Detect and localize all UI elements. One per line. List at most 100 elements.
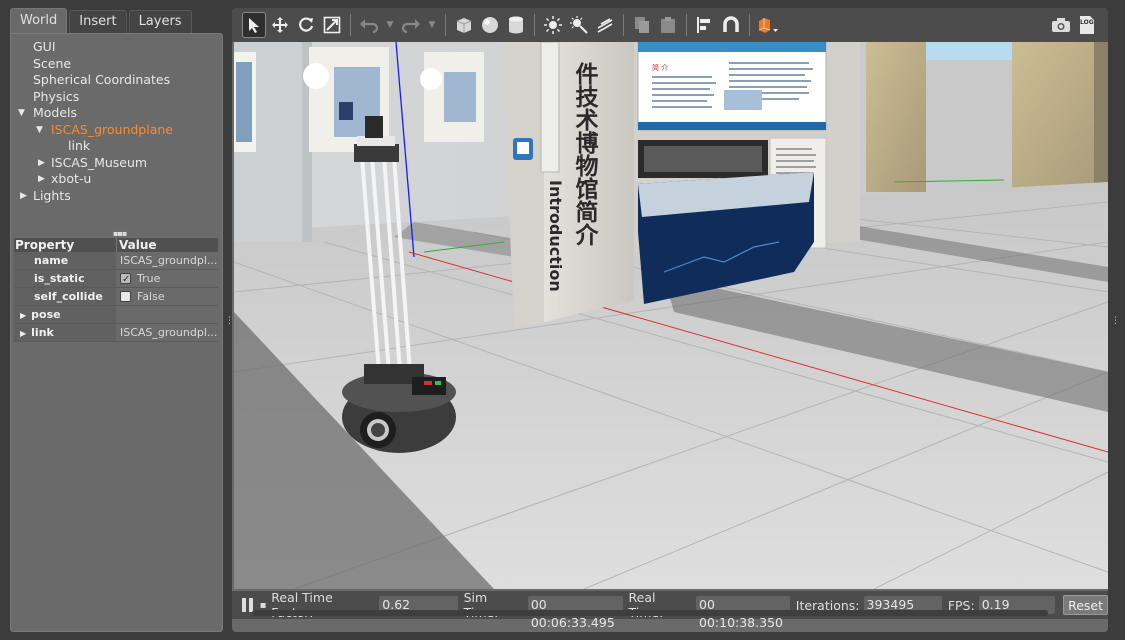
spot-light-icon[interactable]: [567, 12, 591, 38]
sphere-icon[interactable]: [478, 12, 502, 38]
toolbar-divider: [445, 14, 446, 36]
expand-arrow-icon[interactable]: ▼: [36, 122, 43, 138]
undo-dropdown-icon[interactable]: ▼: [383, 12, 397, 38]
expand-arrow-icon[interactable]: ▶: [38, 171, 45, 187]
toolbar-right-group: LOG: [1048, 12, 1100, 38]
tree-item-label: link: [68, 138, 91, 153]
property-row-name[interactable]: name ISCAS_groundpl...: [14, 252, 218, 270]
tab-layers[interactable]: Layers: [128, 10, 192, 33]
left-splitter-grip[interactable]: ⋮: [225, 316, 234, 326]
3d-viewport[interactable]: 件技术博物馆简介 Introduction 简 介: [234, 42, 1108, 589]
property-label-cell: ▶ link: [14, 324, 116, 341]
tree-item-label: Lights: [33, 187, 71, 203]
left-panel: World Insert Layers GUI Scene Spherical …: [10, 8, 223, 632]
screenshot-icon[interactable]: [1049, 12, 1073, 38]
redo-dropdown-icon[interactable]: ▼: [425, 12, 439, 38]
cylinder-icon[interactable]: [504, 12, 528, 38]
stone-pillar-edge: [1094, 42, 1108, 192]
expand-arrow-icon[interactable]: ▶: [20, 188, 27, 204]
property-row-self-collide[interactable]: self_collide False: [14, 288, 218, 306]
log-icon[interactable]: LOG: [1075, 12, 1099, 38]
tree-item-label: ISCAS_groundplane: [51, 121, 173, 137]
tree-item-iscas-museum[interactable]: ▶ ISCAS_Museum: [11, 155, 222, 172]
translate-icon[interactable]: [268, 12, 292, 38]
poster-graphic: [444, 72, 476, 122]
toolbar-divider: [623, 14, 624, 36]
tree-item-gui[interactable]: GUI: [11, 39, 222, 56]
expand-arrow-icon[interactable]: ▼: [18, 105, 25, 121]
stone-pillar: [866, 42, 926, 192]
tree-item-models[interactable]: ▼ Models: [11, 105, 222, 122]
right-splitter-grip[interactable]: ⋮: [1111, 316, 1120, 326]
sign-vertical-en: Introduction: [546, 180, 565, 292]
scale-icon[interactable]: [320, 12, 344, 38]
self-collide-checkbox[interactable]: [120, 291, 131, 302]
reset-button[interactable]: Reset: [1063, 595, 1108, 615]
property-table: Property Value name ISCAS_groundpl... is…: [14, 238, 218, 342]
kiosk-screen-inner: [644, 146, 762, 172]
tree-item-xbot-u[interactable]: ▶ xbot-u: [11, 171, 222, 188]
step-icon[interactable]: ▪: [260, 600, 270, 611]
expand-arrow-icon[interactable]: ▶: [38, 155, 45, 171]
paste-icon[interactable]: [656, 12, 680, 38]
tree-item-label: Models: [33, 105, 78, 120]
property-group-link[interactable]: ▶ link ISCAS_groundpl...: [14, 324, 218, 342]
sign-vertical-cn: 件技术博物馆简介: [571, 62, 600, 246]
main-toolbar: ▼ ▼ LOG: [232, 8, 1108, 42]
light-marker: [303, 63, 329, 89]
expand-arrow-icon[interactable]: ▶: [20, 311, 26, 320]
world-tree: GUI Scene Spherical Coordinates Physics …: [11, 39, 222, 204]
horizontal-scrollbar[interactable]: [252, 610, 1048, 616]
property-label: self_collide: [14, 288, 116, 305]
poster-graphic: [236, 62, 252, 142]
tree-item-physics[interactable]: Physics: [11, 89, 222, 106]
render-area: ▼ ▼ LOG 件技术博物馆简介 Introduction 简 介 ▪ Real…: [232, 8, 1108, 632]
property-column-header[interactable]: Property: [14, 238, 116, 252]
toolbar-divider: [749, 14, 750, 36]
info-board-image: [724, 90, 762, 110]
poster-graphic: [339, 102, 353, 120]
tree-item-label: Spherical Coordinates: [33, 72, 171, 87]
property-table-header: Property Value: [14, 238, 218, 252]
property-group-pose[interactable]: ▶ pose: [14, 306, 218, 324]
info-board-bottombar: [638, 122, 826, 130]
pause-icon[interactable]: [242, 598, 254, 612]
is-static-checkbox[interactable]: [120, 271, 131, 287]
tree-item-scene[interactable]: Scene: [11, 56, 222, 73]
tree-item-spherical-coordinates[interactable]: Spherical Coordinates: [11, 72, 222, 89]
window: [924, 42, 1014, 60]
property-value: True: [137, 272, 161, 285]
toolbar-divider: [350, 14, 351, 36]
tab-insert[interactable]: Insert: [69, 10, 127, 33]
box-icon[interactable]: [452, 12, 476, 38]
copy-icon[interactable]: [630, 12, 654, 38]
sign-light-strip: [540, 42, 560, 173]
toolbar-divider: [534, 14, 535, 36]
splitter-handle[interactable]: ▪▪▪: [113, 229, 127, 238]
panel-title: 简 介: [652, 63, 668, 72]
property-value-cell: True: [116, 270, 218, 287]
snap-icon[interactable]: [719, 12, 743, 38]
rotate-icon[interactable]: [294, 12, 318, 38]
redo-icon[interactable]: [399, 12, 423, 38]
tree-item-lights[interactable]: ▶ Lights: [11, 188, 222, 205]
directional-light-icon[interactable]: [593, 12, 617, 38]
property-label: pose: [31, 308, 61, 321]
toolbar-divider: [686, 14, 687, 36]
property-value: False: [137, 290, 165, 303]
light-marker: [420, 68, 442, 90]
select-arrow-icon[interactable]: [242, 12, 266, 38]
property-label-cell: ▶ pose: [14, 306, 116, 323]
tab-world[interactable]: World: [10, 8, 68, 33]
value-column-header[interactable]: Value: [116, 238, 157, 252]
property-row-is-static[interactable]: is_static True: [14, 270, 218, 288]
undo-icon[interactable]: [357, 12, 381, 38]
property-label: name: [14, 252, 116, 269]
point-light-icon[interactable]: [541, 12, 565, 38]
expand-arrow-icon[interactable]: ▶: [20, 329, 26, 338]
align-icon[interactable]: [693, 12, 717, 38]
property-value-cell: False: [116, 288, 218, 305]
tree-item-link[interactable]: link: [11, 138, 222, 155]
tree-item-iscas-groundplane[interactable]: ▼ ISCAS_groundplane: [11, 122, 222, 139]
view-angle-icon[interactable]: [756, 12, 780, 38]
